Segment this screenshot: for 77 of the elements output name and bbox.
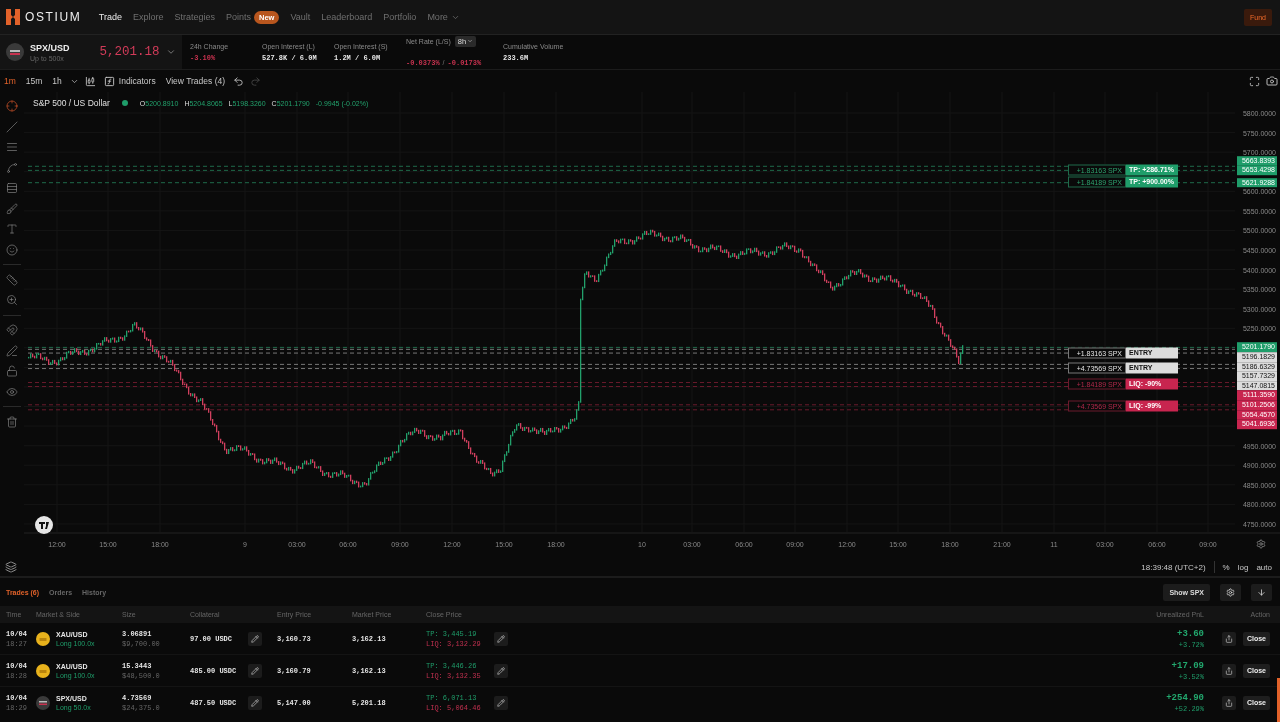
share-button[interactable] — [1222, 695, 1236, 710]
crosshair-icon[interactable] — [6, 100, 18, 112]
pencil-icon — [497, 698, 505, 707]
nav-item[interactable]: More — [421, 12, 466, 22]
price: 5,201.18 — [99, 45, 160, 59]
zoom-in-icon[interactable] — [6, 294, 18, 306]
scale-option[interactable]: % — [1222, 562, 1230, 572]
nav-item[interactable]: Trade — [93, 12, 128, 22]
magnet-icon[interactable] — [6, 324, 18, 336]
share-icon — [1225, 698, 1233, 707]
lock-icon[interactable] — [6, 365, 18, 377]
logo-icon[interactable] — [35, 516, 53, 534]
timeframe-tab[interactable]: 1m — [2, 76, 18, 86]
undo-icon[interactable] — [233, 75, 245, 87]
edit-button[interactable] — [248, 631, 262, 646]
clock-text: 18:39:48 (UTC+2) — [1141, 562, 1206, 572]
download-button[interactable] — [1251, 583, 1272, 601]
pencil-icon — [497, 666, 505, 675]
pnl-value: +254.90 — [1166, 692, 1204, 703]
nav-item[interactable]: Explore — [127, 12, 169, 22]
pencil-icon — [251, 666, 259, 675]
edit-button[interactable] — [248, 695, 262, 710]
arrow-down-icon — [1257, 587, 1266, 597]
coin-icon — [36, 631, 50, 646]
status-dot — [121, 100, 128, 106]
pencil-icon — [497, 634, 505, 643]
timeframe-tab[interactable]: 15m — [23, 76, 45, 86]
pencil-icon[interactable] — [6, 344, 18, 357]
pair-name: SPX/USD — [30, 42, 70, 53]
logo-text: OSTIUM — [25, 10, 82, 24]
camera-icon[interactable] — [1266, 75, 1278, 87]
settings-icon — [1226, 587, 1235, 597]
text-icon[interactable] — [6, 223, 18, 235]
coin-icon — [36, 663, 50, 678]
settings-button[interactable] — [1220, 583, 1241, 601]
index-icon — [36, 695, 50, 710]
scrollbar-thumb[interactable] — [1277, 678, 1280, 722]
eye-icon[interactable] — [6, 385, 18, 398]
chart-title: S&P 500 / US Dollar — [33, 98, 110, 108]
pnl-value: +3.60 — [1177, 628, 1204, 639]
logo-icon — [6, 9, 20, 25]
edit-button[interactable] — [494, 663, 508, 678]
line-icon[interactable] — [6, 120, 18, 133]
rows-icon[interactable] — [6, 182, 18, 194]
timeframe-tab[interactable]: 1h — [50, 76, 64, 86]
edit-button[interactable] — [494, 631, 508, 646]
fullscreen-icon[interactable] — [1249, 75, 1260, 87]
pencil-icon — [251, 698, 259, 707]
layers-icon[interactable] — [5, 561, 17, 573]
edit-button[interactable] — [248, 663, 262, 678]
scale-option[interactable]: log — [1237, 562, 1249, 572]
trash-icon[interactable] — [6, 415, 18, 428]
lines-icon[interactable] — [6, 141, 18, 153]
smiley-icon[interactable] — [6, 243, 18, 256]
share-icon — [1225, 666, 1233, 675]
share-icon — [1225, 634, 1233, 643]
pencil-icon — [251, 634, 259, 643]
share-button[interactable] — [1222, 631, 1236, 646]
chevron-down-icon — [467, 38, 474, 44]
nav-item[interactable]: Vault — [284, 12, 316, 22]
edit-button[interactable] — [494, 695, 508, 710]
brush-icon[interactable] — [6, 202, 18, 215]
function-icon — [103, 75, 115, 87]
pnl-value: +17.09 — [1171, 660, 1204, 671]
nav-item[interactable]: Portfolio — [377, 12, 422, 22]
curve-icon[interactable] — [6, 161, 18, 174]
index-icon — [6, 43, 24, 61]
nav-item[interactable]: Leaderboard — [315, 12, 378, 22]
nav-item[interactable]: Strategies — [168, 12, 221, 22]
indicators-button[interactable]: Indicators — [101, 75, 158, 87]
settings-icon[interactable] — [1256, 539, 1266, 549]
chevron-down-icon[interactable] — [165, 47, 176, 57]
candlestick-icon[interactable] — [84, 75, 96, 87]
view-trades-button[interactable]: View Trades (4) — [163, 76, 228, 86]
share-button[interactable] — [1222, 663, 1236, 678]
scale-option[interactable]: auto — [1256, 562, 1272, 572]
ruler-icon[interactable] — [6, 273, 18, 286]
